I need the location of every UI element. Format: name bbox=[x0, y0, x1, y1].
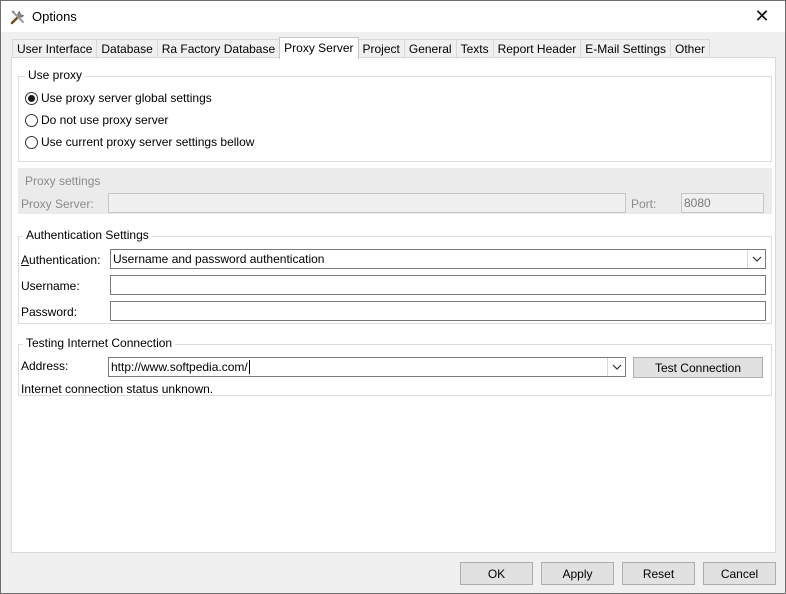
authentication-settings-label: Authentication Settings bbox=[23, 228, 152, 242]
address-input[interactable]: http://www.softpedia.com/ bbox=[108, 357, 626, 377]
authentication-select[interactable]: Username and password authentication bbox=[110, 249, 766, 269]
testing-connection-label: Testing Internet Connection bbox=[23, 336, 176, 350]
username-input[interactable] bbox=[110, 275, 766, 295]
tab-report-header[interactable]: Report Header bbox=[492, 39, 582, 58]
radio-label: Use current proxy server settings bellow bbox=[41, 135, 255, 149]
close-icon: ✕ bbox=[754, 6, 770, 26]
radio-current-settings[interactable]: Use current proxy server settings bellow bbox=[25, 135, 254, 149]
radio-label: Do not use proxy server bbox=[41, 113, 169, 127]
authentication-value: Username and password authentication bbox=[113, 252, 325, 266]
tab-database[interactable]: Database bbox=[96, 39, 158, 58]
proxy-settings-label: Proxy settings bbox=[25, 174, 101, 188]
tab-ra-factory-database[interactable]: Ra Factory Database bbox=[156, 39, 281, 58]
proxy-server-label: Proxy Server: bbox=[21, 197, 94, 211]
proxy-settings-group: Proxy settings Proxy Server: Port: 8080 bbox=[18, 168, 772, 214]
tab-proxy-server[interactable]: Proxy Server bbox=[279, 37, 359, 59]
title-bar: Options ✕ bbox=[1, 1, 785, 32]
radio-global-settings[interactable]: Use proxy server global settings bbox=[25, 91, 212, 105]
use-proxy-label: Use proxy bbox=[25, 68, 86, 82]
radio-no-proxy[interactable]: Do not use proxy server bbox=[25, 113, 168, 127]
address-label: Address: bbox=[21, 359, 69, 373]
test-connection-button[interactable]: Test Connection bbox=[633, 357, 763, 378]
tab-bar: User Interface Database Ra Factory Datab… bbox=[12, 37, 711, 59]
ok-button[interactable]: OK bbox=[460, 562, 533, 585]
apply-button[interactable]: Apply bbox=[541, 562, 614, 585]
connection-status: Internet connection status unknown. bbox=[21, 382, 214, 396]
port-label: Port: bbox=[631, 197, 657, 211]
password-input[interactable] bbox=[110, 301, 766, 321]
chevron-down-icon[interactable] bbox=[747, 250, 765, 268]
text-caret bbox=[248, 360, 250, 374]
proxy-server-panel: Use proxy Use proxy server global settin… bbox=[11, 57, 776, 553]
options-window: Options ✕ User Interface Database Ra Fac… bbox=[0, 0, 786, 594]
window-title: Options bbox=[32, 9, 77, 24]
tab-user-interface[interactable]: User Interface bbox=[12, 39, 98, 58]
chevron-down-icon[interactable] bbox=[607, 358, 625, 376]
tab-other[interactable]: Other bbox=[670, 39, 711, 58]
username-label: Username: bbox=[21, 279, 80, 293]
tools-icon bbox=[10, 10, 24, 25]
close-button[interactable]: ✕ bbox=[739, 1, 785, 32]
radio-button[interactable] bbox=[25, 91, 38, 105]
radio-button[interactable] bbox=[25, 135, 38, 149]
reset-button[interactable]: Reset bbox=[622, 562, 695, 585]
authentication-label: Authentication: bbox=[21, 253, 101, 267]
tab-email-settings[interactable]: E-Mail Settings bbox=[580, 39, 671, 58]
tab-texts[interactable]: Texts bbox=[455, 39, 494, 58]
password-label: Password: bbox=[21, 305, 78, 319]
tab-project[interactable]: Project bbox=[357, 39, 405, 58]
cancel-button[interactable]: Cancel bbox=[703, 562, 776, 585]
port-input[interactable]: 8080 bbox=[681, 193, 764, 213]
radio-button[interactable] bbox=[25, 113, 38, 127]
proxy-server-input[interactable] bbox=[108, 193, 626, 213]
address-value: http://www.softpedia.com/ bbox=[111, 360, 248, 374]
tab-general[interactable]: General bbox=[403, 39, 457, 58]
radio-label: Use proxy server global settings bbox=[41, 91, 212, 105]
